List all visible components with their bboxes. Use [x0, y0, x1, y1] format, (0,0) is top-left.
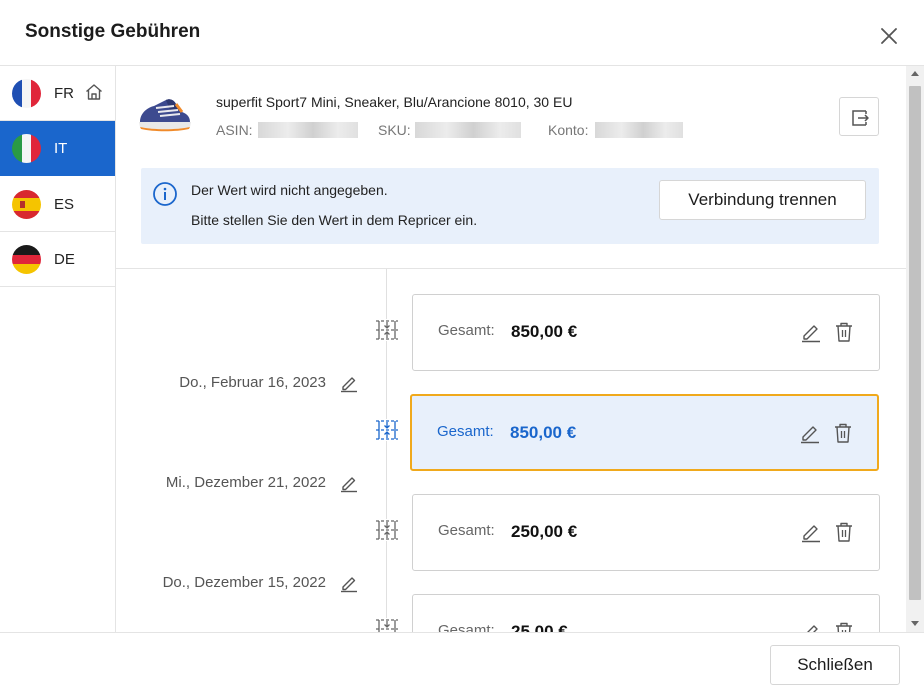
date-label: Mi., Dezember 21, 2022 [165, 474, 326, 491]
account-value-masked [595, 122, 683, 138]
market-code: FR [54, 85, 74, 102]
asin-label: ASIN: [216, 122, 253, 138]
close-button[interactable]: Schließen [770, 645, 900, 685]
sidebar-item-fr[interactable]: FR [0, 66, 115, 121]
germany-flag-icon [12, 245, 41, 274]
home-icon [84, 82, 104, 102]
fee-value: 250,00 € [511, 522, 578, 541]
product-image [136, 92, 194, 136]
trash-icon[interactable] [834, 521, 854, 543]
sku-value-masked [415, 122, 521, 138]
pencil-icon[interactable] [799, 422, 821, 444]
date-label: Do., Februar 16, 2023 [179, 374, 326, 391]
fee-value: 850,00 € [510, 423, 577, 442]
fee-label: Gesamt: [438, 622, 495, 632]
sidebar-item-it[interactable]: IT [0, 121, 115, 176]
product-title: superfit Sport7 Mini, Sneaker, Blu/Aranc… [216, 94, 573, 110]
export-button[interactable] [839, 97, 879, 136]
date-row: Do., Februar 16, 2023 [116, 371, 371, 395]
pencil-icon[interactable] [800, 621, 822, 632]
date-row: Do., Dezember 15, 2022 [116, 571, 371, 595]
info-icon [152, 181, 178, 207]
scrollbar[interactable] [906, 66, 924, 632]
fee-card-selected[interactable]: Gesamt: 850,00 € [410, 394, 879, 471]
date-row: Mi., Dezember 21, 2022 [116, 471, 371, 495]
date-label: Do., Dezember 15, 2022 [162, 574, 326, 591]
merge-icon[interactable] [375, 518, 399, 542]
fee-label: Gesamt: [438, 522, 495, 539]
pencil-icon[interactable] [339, 373, 359, 393]
merge-icon[interactable] [375, 617, 399, 632]
dialog-title: Sonstige Gebühren [25, 21, 201, 42]
spain-flag-icon [12, 190, 41, 219]
sidebar-item-es[interactable]: ES [0, 177, 115, 232]
fee-value: 25,00 € [511, 622, 568, 632]
disconnect-button[interactable]: Verbindung trennen [659, 180, 866, 220]
marketplace-sidebar: FR IT ES DE [0, 66, 116, 632]
fee-label: Gesamt: [437, 423, 494, 440]
pencil-icon[interactable] [339, 473, 359, 493]
export-icon [852, 110, 869, 126]
france-flag-icon [12, 79, 41, 108]
main-panel: superfit Sport7 Mini, Sneaker, Blu/Aranc… [116, 66, 906, 632]
fee-label: Gesamt: [438, 322, 495, 339]
asin-value-masked [258, 122, 358, 138]
scroll-down-icon[interactable] [911, 621, 919, 626]
pencil-icon[interactable] [800, 521, 822, 543]
pencil-icon[interactable] [339, 573, 359, 593]
scroll-up-icon[interactable] [911, 71, 919, 76]
fee-card[interactable]: Gesamt: 25,00 € [412, 594, 880, 632]
trash-icon[interactable] [834, 621, 854, 632]
italy-flag-icon [12, 134, 41, 163]
sidebar-item-de[interactable]: DE [0, 232, 115, 287]
fee-card[interactable]: Gesamt: 850,00 € [412, 294, 880, 371]
dialog-header: Sonstige Gebühren [0, 0, 924, 66]
fee-card[interactable]: Gesamt: 250,00 € [412, 494, 880, 571]
dialog-footer: Schließen [0, 632, 924, 695]
close-icon[interactable] [877, 24, 901, 48]
market-code: IT [54, 140, 68, 157]
trash-icon[interactable] [833, 422, 853, 444]
market-code: DE [54, 251, 75, 268]
market-code: ES [54, 196, 75, 213]
trash-icon[interactable] [834, 321, 854, 343]
merge-icon[interactable] [375, 318, 399, 342]
pencil-icon[interactable] [800, 321, 822, 343]
fee-value: 850,00 € [511, 322, 578, 341]
info-text-line2: Bitte stellen Sie den Wert in dem Repric… [191, 212, 478, 228]
scrollbar-thumb[interactable] [909, 86, 921, 600]
info-banner: Der Wert wird nicht angegeben. Bitte ste… [141, 168, 879, 244]
sku-label: SKU: [378, 122, 411, 138]
info-text-line1: Der Wert wird nicht angegeben. [191, 182, 388, 198]
divider [116, 268, 906, 269]
account-label: Konto: [548, 122, 589, 138]
merge-icon[interactable] [375, 418, 399, 442]
